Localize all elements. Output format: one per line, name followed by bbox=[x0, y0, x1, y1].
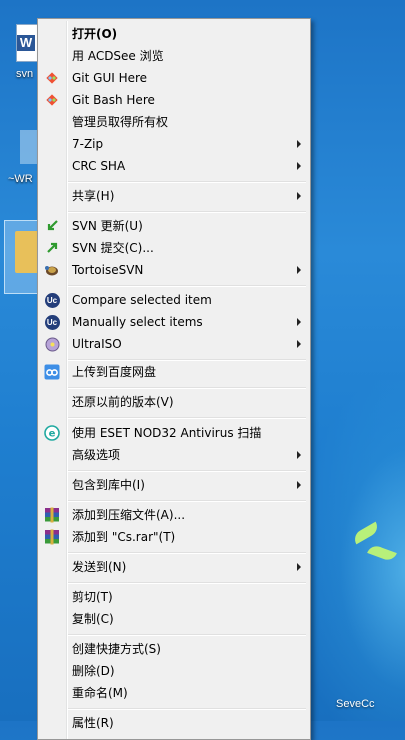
submenu-arrow-icon bbox=[297, 318, 301, 326]
menu-item-label: 管理员取得所有权 bbox=[72, 115, 169, 129]
ultraiso-icon bbox=[44, 336, 60, 352]
context-menu: 打开(O) 用 ACDSee 浏览 Git GUI Here Git Bash … bbox=[37, 18, 311, 740]
svn-commit-icon bbox=[44, 240, 60, 256]
menu-separator bbox=[68, 285, 306, 287]
menu-item-label: 还原以前的版本(V) bbox=[72, 395, 174, 409]
menu-item-label: 用 ACDSee 浏览 bbox=[72, 49, 164, 63]
menu-item-baidu-upload[interactable]: 上传到百度网盘 bbox=[38, 361, 310, 383]
menu-separator bbox=[68, 387, 306, 389]
menu-separator bbox=[68, 708, 306, 710]
menu-item-send-to[interactable]: 发送到(N) bbox=[38, 556, 310, 578]
menu-item-label: TortoiseSVN bbox=[72, 263, 144, 277]
menu-item-svn-update[interactable]: SVN 更新(U) bbox=[38, 215, 310, 237]
menu-item-create-shortcut[interactable]: 创建快捷方式(S) bbox=[38, 638, 310, 660]
menu-separator bbox=[68, 582, 306, 584]
menu-item-label: 共享(H) bbox=[72, 189, 115, 203]
menu-item-include-in-library[interactable]: 包含到库中(I) bbox=[38, 474, 310, 496]
eset-icon: e bbox=[44, 425, 60, 441]
git-icon bbox=[44, 70, 60, 86]
menu-item-label: 属性(R) bbox=[72, 716, 114, 730]
menu-item-git-gui[interactable]: Git GUI Here bbox=[38, 67, 310, 89]
submenu-arrow-icon bbox=[297, 563, 301, 571]
submenu-arrow-icon bbox=[297, 192, 301, 200]
submenu-arrow-icon bbox=[297, 451, 301, 459]
menu-item-label: 复制(C) bbox=[72, 612, 114, 626]
menu-item-delete[interactable]: 删除(D) bbox=[38, 660, 310, 682]
svn-update-icon bbox=[44, 218, 60, 234]
menu-item-label: 创建快捷方式(S) bbox=[72, 642, 161, 656]
menu-item-label: 高级选项 bbox=[72, 448, 121, 462]
menu-item-ultraiso[interactable]: UltraISO bbox=[38, 333, 310, 355]
submenu-arrow-icon bbox=[297, 481, 301, 489]
menu-item-eset-scan[interactable]: e 使用 ESET NOD32 Antivirus 扫描 bbox=[38, 422, 310, 444]
tortoise-icon bbox=[44, 262, 60, 278]
menu-item-properties[interactable]: 属性(R) bbox=[38, 712, 310, 734]
menu-item-label: Git Bash Here bbox=[72, 93, 155, 107]
menu-item-label: 打开(O) bbox=[72, 27, 118, 41]
uc-icon: Uc bbox=[44, 292, 60, 308]
desktop-icon-label-svn: svn bbox=[16, 68, 34, 80]
menu-separator bbox=[68, 634, 306, 636]
menu-item-label: 包含到库中(I) bbox=[72, 478, 145, 492]
menu-item-share[interactable]: 共享(H) bbox=[38, 185, 310, 207]
menu-item-label: 发送到(N) bbox=[72, 560, 127, 574]
git-icon bbox=[44, 92, 60, 108]
menu-item-add-to-cs-rar[interactable]: 添加到 "Cs.rar"(T) bbox=[38, 526, 310, 548]
submenu-arrow-icon bbox=[297, 266, 301, 274]
menu-item-label: 7-Zip bbox=[72, 137, 104, 151]
menu-item-add-to-archive[interactable]: 添加到压缩文件(A)... bbox=[38, 504, 310, 526]
menu-item-label: 添加到压缩文件(A)... bbox=[72, 508, 186, 522]
baidu-cloud-icon bbox=[44, 364, 60, 380]
menu-item-label: Compare selected item bbox=[72, 293, 212, 307]
desktop-icon-label-wr: ~WR bbox=[8, 173, 33, 185]
menu-item-tortoisesvn[interactable]: TortoiseSVN bbox=[38, 259, 310, 281]
menu-item-svn-commit[interactable]: SVN 提交(C)... bbox=[38, 237, 310, 259]
menu-item-label: Git GUI Here bbox=[72, 71, 148, 85]
menu-item-label: SVN 更新(U) bbox=[72, 219, 143, 233]
menu-item-open[interactable]: 打开(O) bbox=[38, 23, 310, 45]
menu-separator bbox=[68, 417, 306, 419]
menu-item-label: 删除(D) bbox=[72, 664, 115, 678]
menu-item-7zip[interactable]: 7-Zip bbox=[38, 133, 310, 155]
menu-item-manually-select[interactable]: Uc Manually select items bbox=[38, 311, 310, 333]
svg-text:e: e bbox=[49, 429, 56, 440]
submenu-arrow-icon bbox=[297, 162, 301, 170]
menu-item-label: CRC SHA bbox=[72, 159, 126, 173]
menu-item-advanced-options[interactable]: 高级选项 bbox=[38, 444, 310, 466]
menu-item-acdsee[interactable]: 用 ACDSee 浏览 bbox=[38, 45, 310, 67]
menu-item-copy[interactable]: 复制(C) bbox=[38, 608, 310, 630]
menu-item-crc-sha[interactable]: CRC SHA bbox=[38, 155, 310, 177]
watermark: SeveCc bbox=[336, 698, 375, 710]
menu-item-cut[interactable]: 剪切(T) bbox=[38, 586, 310, 608]
menu-item-label: UltraISO bbox=[72, 337, 122, 351]
menu-item-take-ownership[interactable]: 管理员取得所有权 bbox=[38, 111, 310, 133]
uc-icon: Uc bbox=[44, 314, 60, 330]
menu-item-compare-selected[interactable]: Uc Compare selected item bbox=[38, 289, 310, 311]
menu-item-label: 重命名(M) bbox=[72, 686, 128, 700]
winrar-icon bbox=[44, 507, 60, 523]
menu-item-restore-versions[interactable]: 还原以前的版本(V) bbox=[38, 391, 310, 413]
menu-separator bbox=[68, 470, 306, 472]
menu-item-label: 剪切(T) bbox=[72, 590, 113, 604]
submenu-arrow-icon bbox=[297, 340, 301, 348]
menu-separator bbox=[68, 500, 306, 502]
menu-item-label: 上传到百度网盘 bbox=[72, 365, 157, 379]
menu-item-label: 添加到 "Cs.rar"(T) bbox=[72, 530, 176, 544]
menu-item-rename[interactable]: 重命名(M) bbox=[38, 682, 310, 704]
menu-separator bbox=[68, 181, 306, 183]
menu-item-label: Manually select items bbox=[72, 315, 203, 329]
menu-item-label: SVN 提交(C)... bbox=[72, 241, 154, 255]
menu-item-git-bash[interactable]: Git Bash Here bbox=[38, 89, 310, 111]
menu-separator bbox=[68, 552, 306, 554]
submenu-arrow-icon bbox=[297, 140, 301, 148]
menu-separator bbox=[68, 211, 306, 213]
winrar-icon bbox=[44, 529, 60, 545]
menu-item-label: 使用 ESET NOD32 Antivirus 扫描 bbox=[72, 426, 262, 440]
